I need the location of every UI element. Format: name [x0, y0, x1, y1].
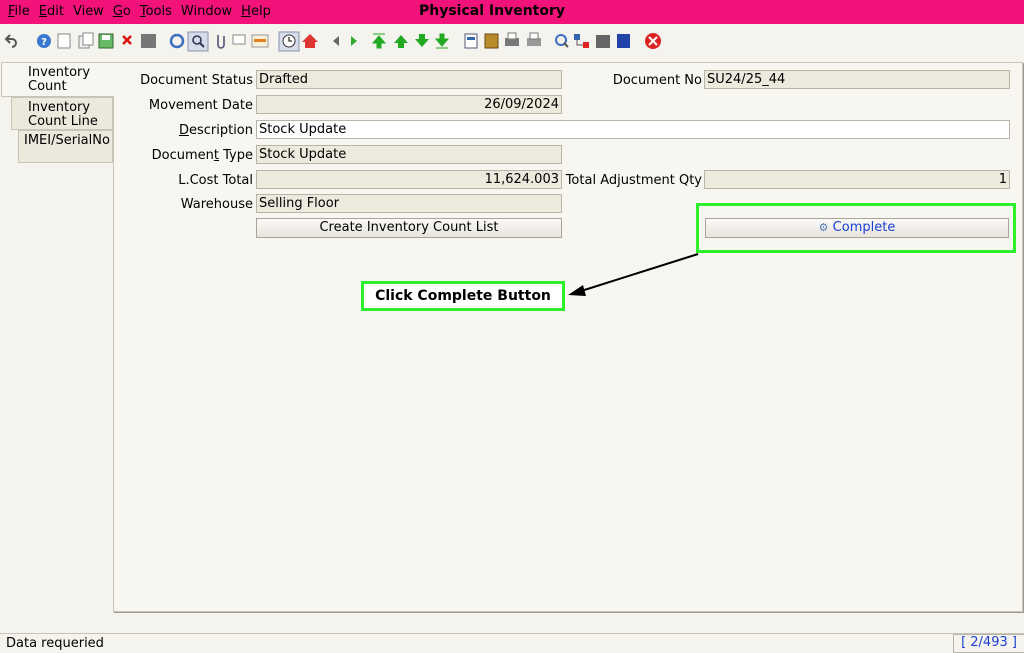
document-no-field: SU24/25_44 — [704, 70, 1010, 89]
print-icon[interactable] — [505, 32, 519, 46]
svg-text:?: ? — [41, 37, 47, 48]
menu-help[interactable]: Help — [241, 4, 271, 19]
document-type-label: Document Type — [120, 148, 253, 163]
menu-tools[interactable]: Tools — [140, 4, 172, 19]
menu-go[interactable]: Go — [113, 4, 131, 19]
lock-icon[interactable] — [617, 34, 630, 48]
description-label: Description — [120, 123, 253, 138]
warehouse-label: Warehouse — [180, 197, 253, 212]
document-status-label: Document Status — [140, 73, 253, 88]
save-icon[interactable] — [98, 33, 114, 49]
total-adjustment-qty-field: 1 — [704, 170, 1010, 189]
next-record-icon[interactable] — [415, 34, 429, 47]
first-record-icon[interactable] — [371, 33, 387, 49]
movement-date-label: Movement Date — [148, 98, 253, 113]
total-adjustment-qty-label: Total Adjustment Qty — [565, 173, 702, 188]
tab-inventory-count-line1: Inventory — [28, 65, 91, 80]
delete-icon[interactable] — [122, 35, 132, 45]
description-input[interactable]: Stock Update — [256, 120, 1010, 139]
window-title: Physical Inventory — [419, 3, 566, 19]
find-icon[interactable] — [187, 31, 209, 52]
toolbar: ? — [0, 26, 1024, 56]
attachment-icon[interactable] — [217, 35, 225, 49]
tab-inventory-count-line[interactable]: Inventory Count Line — [11, 97, 113, 130]
menu-edit[interactable]: Edit — [39, 4, 64, 19]
description-mnemonic: D — [178, 123, 189, 138]
tab-inventory-count[interactable]: Inventory Count — [1, 62, 114, 97]
undo-icon[interactable] — [4, 34, 17, 48]
warehouse-field: Selling Floor — [256, 194, 562, 213]
document-type-label-post: Type — [219, 148, 253, 163]
previous-record-icon[interactable] — [394, 35, 408, 48]
tab-inventory-count-line-line2: Count Line — [28, 114, 98, 129]
lcost-total-label: L.Cost Total — [178, 173, 253, 188]
back-icon[interactable] — [333, 36, 339, 46]
tab-imei-serialno[interactable]: IMEI/SerialNo — [18, 130, 113, 163]
copy-record-icon[interactable] — [78, 32, 94, 49]
record-panel — [113, 62, 1023, 612]
home-icon[interactable] — [278, 31, 300, 52]
menu-view[interactable]: View — [73, 4, 104, 19]
workflow-icon[interactable] — [574, 34, 589, 48]
chat-icon[interactable] — [232, 34, 246, 45]
status-message: Data requeried — [6, 636, 104, 651]
document-no-label: Document No — [612, 73, 702, 88]
tab-inventory-count-line-line1: Inventory — [28, 100, 91, 115]
print-preview-icon[interactable] — [141, 34, 156, 48]
help-icon[interactable]: ? — [37, 34, 51, 48]
archive-icon[interactable] — [484, 33, 499, 49]
history-icon[interactable] — [251, 34, 269, 48]
annotation-callout: Click Complete Button — [361, 281, 565, 311]
status-bar — [0, 633, 1024, 653]
description-label-rest: escription — [188, 123, 253, 138]
refresh-icon[interactable] — [169, 33, 185, 49]
record-pager: [ 2/493 ] — [953, 634, 1024, 653]
forward-icon[interactable] — [351, 36, 357, 46]
document-type-field: Stock Update — [256, 145, 562, 164]
movement-date-field: 26/09/2024 — [256, 95, 562, 114]
last-record-icon[interactable] — [434, 33, 450, 49]
zoom-across-icon[interactable] — [555, 34, 569, 48]
create-inventory-count-list-button[interactable]: Create Inventory Count List — [256, 218, 562, 238]
menu-file[interactable]: File — [8, 4, 30, 19]
complete-highlight-box — [696, 203, 1016, 253]
menu-window[interactable]: Window — [181, 4, 232, 19]
report-icon[interactable] — [464, 33, 478, 49]
tab-inventory-count-line2: Count — [28, 79, 67, 94]
document-type-label-pre: Documen — [151, 148, 214, 163]
new-record-icon[interactable] — [57, 33, 71, 49]
menu-bar: File Edit View Go Tools Window Help — [8, 4, 280, 19]
product-info-icon[interactable] — [596, 35, 610, 48]
print-all-icon[interactable] — [527, 32, 541, 46]
lcost-total-field: 11,624.003 — [256, 170, 562, 189]
document-status-field: Drafted — [256, 70, 562, 89]
home-page-icon[interactable] — [302, 34, 318, 48]
exit-icon[interactable] — [645, 33, 661, 49]
tab-imei-serialno-label: IMEI/SerialNo — [24, 133, 110, 148]
